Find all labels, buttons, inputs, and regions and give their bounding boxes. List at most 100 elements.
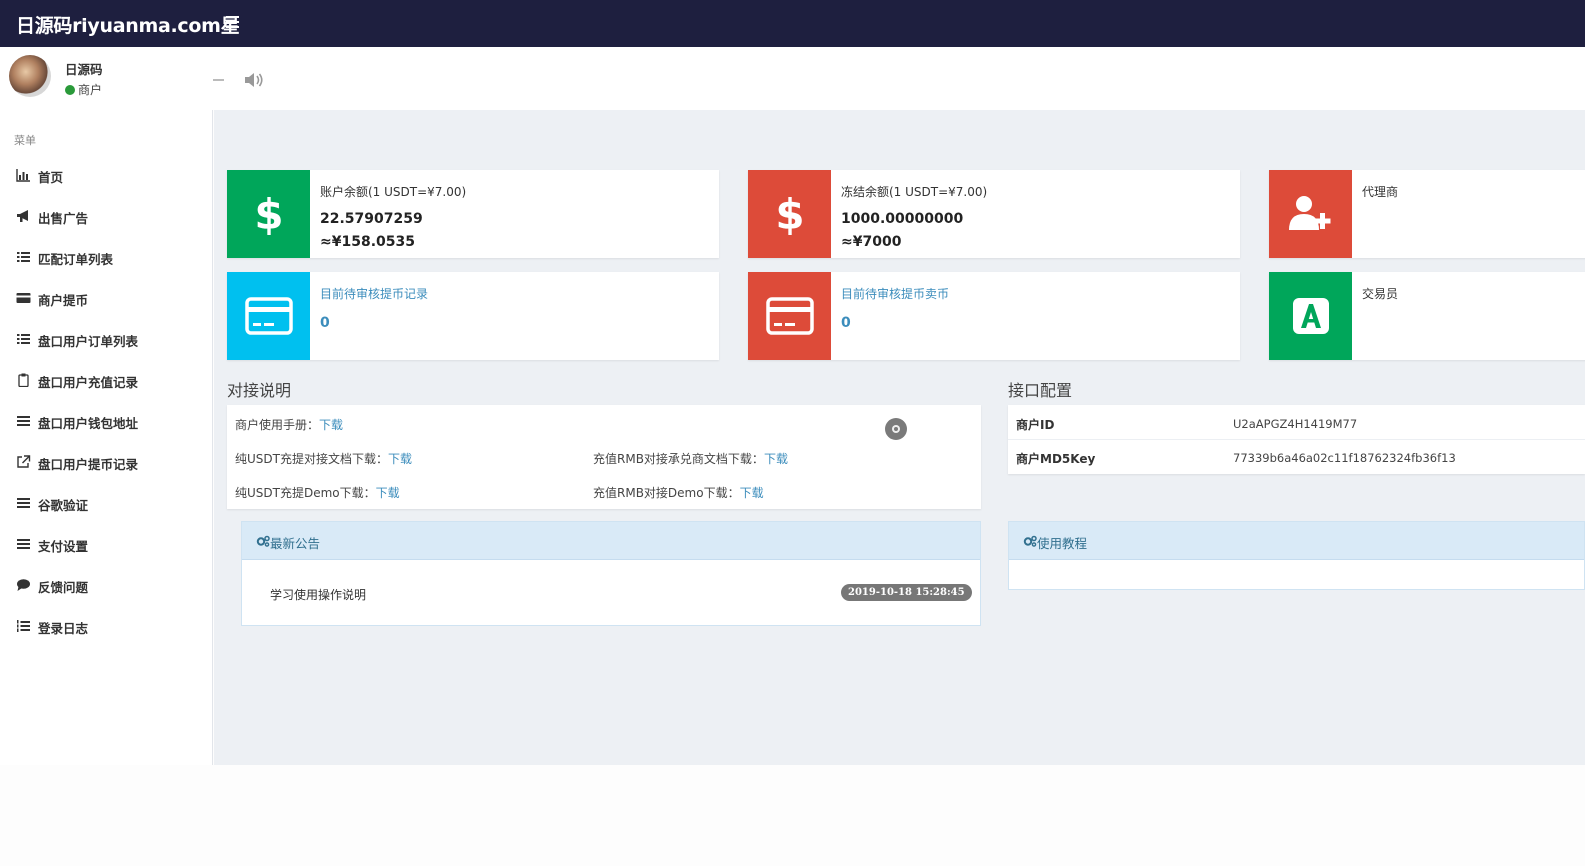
sidebar-item-label: 盘口用户充值记录: [38, 375, 139, 390]
brand-logo[interactable]: 日源码riyuanma.com星: [16, 11, 240, 38]
doc-rmb-demo-label: 充值RMB对接Demo下载：: [593, 486, 740, 500]
sidebar-item-label: 反馈问题: [38, 580, 89, 595]
sidebar-item-login-log[interactable]: 登录日志: [0, 609, 212, 645]
bars-icon: [17, 498, 30, 508]
notice-panel-title: 最新公告: [270, 536, 321, 551]
minus-icon[interactable]: [213, 79, 224, 81]
speaker-icon[interactable]: [244, 71, 264, 89]
doc-usdt-api-label: 纯USDT充提对接文档下载：: [235, 452, 388, 466]
tutorial-panel: 使用教程: [1008, 521, 1585, 590]
dollar-icon: $: [227, 170, 310, 258]
doc-manual: 商户使用手册：下载: [235, 416, 343, 433]
user-panel: 日源码 商户: [0, 47, 1585, 110]
sidebar-item-label: 登录日志: [38, 621, 89, 636]
pending-withdraw-card[interactable]: 目前待审核提币记录 0: [227, 272, 719, 360]
frozen-amount: 1000.00000000: [841, 211, 964, 227]
doc-rmb-api: 充值RMB对接承兑商文档下载：下载: [593, 450, 788, 467]
pending-withdraw-count: 0: [320, 315, 330, 331]
sidebar-item-home[interactable]: 首页: [0, 158, 212, 194]
record-icon[interactable]: [885, 418, 907, 440]
download-link[interactable]: 下载: [388, 452, 412, 466]
frozen-cny: ≈¥7000: [841, 234, 902, 250]
sidebar-item-user-orders[interactable]: 盘口用户订单列表: [0, 322, 212, 358]
sidebar-item-sell-ads[interactable]: 出售广告: [0, 199, 212, 235]
credit-card-icon: [16, 293, 31, 303]
doc-manual-label: 商户使用手册：: [235, 418, 320, 432]
dollar-icon: $: [748, 170, 831, 258]
user-role: 商户: [65, 81, 102, 98]
notice-panel-header: 最新公告: [242, 522, 980, 560]
merchant-id-value: U2aAPGZ4H1419M77: [1233, 417, 1358, 431]
md5-key-value: 77339b6a46a02c11f18762324fb36f13: [1233, 451, 1456, 465]
sidebar-item-payment-settings[interactable]: 支付设置: [0, 527, 212, 563]
sidebar-item-merchant-withdraw[interactable]: 商户提币: [0, 281, 212, 317]
menu-heading: 菜单: [14, 134, 36, 147]
doc-usdt-demo: 纯USDT充提Demo下载：下载: [235, 484, 400, 501]
sidebar-item-label: 商户提币: [38, 293, 89, 308]
merchant-id-label: 商户ID: [1016, 418, 1055, 432]
credit-card-icon: [748, 272, 831, 360]
doc-usdt-demo-label: 纯USDT充提Demo下载：: [235, 486, 376, 500]
frozen-title: 冻结余额(1 USDT=¥7.00): [841, 185, 988, 199]
sidebar-item-user-recharge[interactable]: 盘口用户充值记录: [0, 363, 212, 399]
agent-card[interactable]: 代理商: [1269, 170, 1585, 258]
sidebar-item-label: 首页: [38, 170, 64, 185]
sidebar-item-google-auth[interactable]: 谷歌验证: [0, 486, 212, 522]
bars-icon: [17, 539, 30, 549]
doc-rmb-api-label: 充值RMB对接承兑商文档下载：: [593, 452, 764, 466]
tutorial-panel-header: 使用教程: [1009, 522, 1584, 560]
sidebar-item-label: 盘口用户订单列表: [38, 334, 139, 349]
online-status-icon: [65, 85, 75, 95]
app-store-icon: [1269, 272, 1352, 360]
user-plus-icon: [1269, 170, 1352, 258]
avatar: [9, 55, 51, 97]
agent-title: 代理商: [1362, 185, 1399, 199]
user-name: 日源码: [65, 62, 103, 77]
notice-item[interactable]: 学习使用操作说明: [270, 586, 366, 603]
doc-rmb-demo: 充值RMB对接Demo下载：下载: [593, 484, 764, 501]
bars-icon: [17, 416, 30, 426]
main-content: $ 账户余额(1 USDT=¥7.00) 22.57907259 ≈¥158.0…: [214, 110, 1585, 765]
download-link[interactable]: 下载: [740, 486, 764, 500]
docs-box: 商户使用手册：下载 纯USDT充提对接文档下载：下载 充值RMB对接承兑商文档下…: [227, 405, 981, 509]
notice-panel: 最新公告 学习使用操作说明 2019-10-18 15:28:45: [241, 521, 981, 626]
bullhorn-icon: [17, 210, 28, 222]
docs-section-title: 对接说明: [227, 381, 292, 400]
pending-sell-title[interactable]: 目前待审核提币卖币: [841, 285, 949, 302]
download-link[interactable]: 下载: [376, 486, 400, 500]
comment-icon: [17, 579, 30, 591]
gears-icon: [1023, 535, 1037, 547]
api-section-title: 接口配置: [1008, 381, 1073, 400]
api-config-box: 商户ID U2aAPGZ4H1419M77 商户MD5Key 77339b6a4…: [1008, 405, 1585, 474]
gears-icon: [256, 535, 270, 547]
tutorial-panel-title: 使用教程: [1037, 536, 1088, 551]
sidebar-item-label: 盘口用户钱包地址: [38, 416, 139, 431]
trader-title: 交易员: [1362, 287, 1399, 301]
sidebar-item-label: 谷歌验证: [38, 498, 89, 513]
svg-text:$: $: [254, 191, 283, 237]
sidebar: 菜单 首页 出售广告 匹配订单列表 商户提币 盘口用户订单列表 盘口用户充值记录…: [0, 110, 213, 765]
clipboard-icon: [18, 373, 29, 387]
top-navbar: 日源码riyuanma.com星: [0, 0, 1585, 47]
balance-title: 账户余额(1 USDT=¥7.00): [320, 185, 467, 199]
pending-withdraw-title[interactable]: 目前待审核提币记录: [320, 285, 428, 302]
pending-sell-card[interactable]: 目前待审核提币卖币 0: [748, 272, 1240, 360]
sidebar-item-user-withdraw[interactable]: 盘口用户提币记录: [0, 445, 212, 481]
sidebar-item-label: 匹配订单列表: [38, 252, 114, 267]
balance-cny: ≈¥158.0535: [320, 234, 415, 250]
download-link[interactable]: 下载: [319, 418, 343, 432]
sidebar-item-label: 出售广告: [38, 211, 89, 226]
doc-usdt-api: 纯USDT充提对接文档下载：下载: [235, 450, 412, 467]
user-role-label: 商户: [78, 83, 103, 97]
date-badge: 2019-10-18 15:28:45: [841, 584, 972, 601]
download-link[interactable]: 下载: [764, 452, 788, 466]
trader-card[interactable]: 交易员: [1269, 272, 1585, 360]
hamburger-icon[interactable]: [226, 16, 239, 29]
sidebar-item-match-orders[interactable]: 匹配订单列表: [0, 240, 212, 276]
sidebar-item-feedback[interactable]: 反馈问题: [0, 568, 212, 604]
external-link-icon: [17, 455, 31, 468]
divider: [1008, 439, 1585, 440]
balance-card: $ 账户余额(1 USDT=¥7.00) 22.57907259 ≈¥158.0…: [227, 170, 719, 258]
sidebar-item-label: 盘口用户提币记录: [38, 457, 139, 472]
sidebar-item-user-wallet[interactable]: 盘口用户钱包地址: [0, 404, 212, 440]
